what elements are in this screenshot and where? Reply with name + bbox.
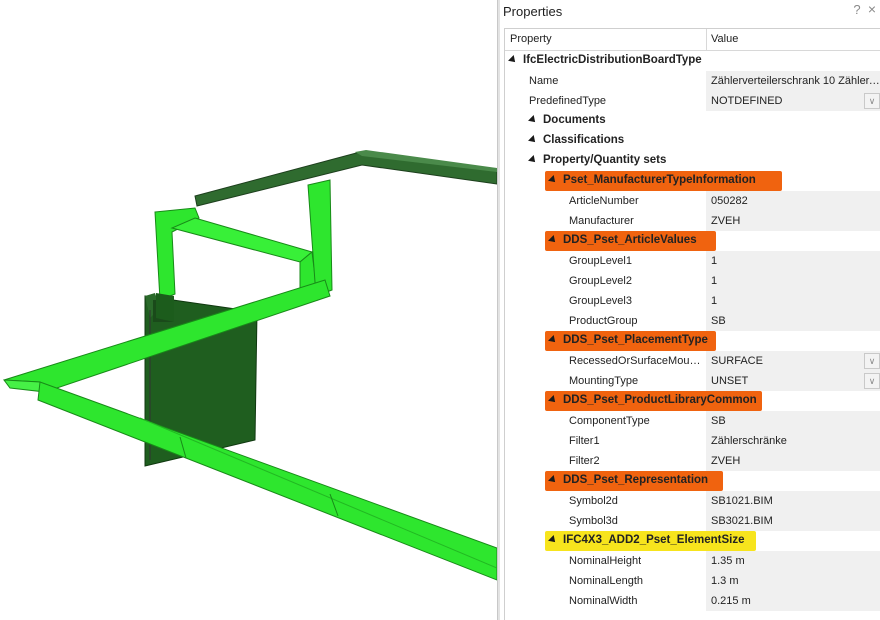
property-value[interactable]: SB xyxy=(706,411,880,431)
property-rows: IfcElectricDistributionBoardType Name Zähl… xyxy=(505,51,880,611)
group-row[interactable]: DDS_Pset_ProductLibraryCommon xyxy=(505,391,880,411)
property-row[interactable]: Name Zählerverteilerschrank 10 Zähler, ..… xyxy=(505,71,880,91)
group-row[interactable]: DDS_Pset_PlacementType xyxy=(505,331,880,351)
property-value[interactable]: SB xyxy=(706,311,880,331)
column-header-property[interactable]: Property xyxy=(510,33,552,45)
dropdown-chevron-icon[interactable]: ∨ xyxy=(864,93,880,109)
property-value[interactable]: NOTDEFINED xyxy=(706,91,880,111)
property-row[interactable]: NominalLength 1.3 m xyxy=(505,571,880,591)
property-row[interactable]: PredefinedType NOTDEFINED ∨ xyxy=(505,91,880,111)
property-row[interactable]: Filter1 Zählerschränke xyxy=(505,431,880,451)
group-row[interactable]: DDS_Pset_Representation xyxy=(505,471,880,491)
property-grid: Property Value IfcElectricDistributionBo… xyxy=(504,28,880,620)
group-label: Pset_ManufacturerTypeInformation xyxy=(563,174,756,186)
grid-header: Property Value xyxy=(505,29,880,51)
group-label: Documents xyxy=(543,114,606,126)
property-value[interactable]: 1.3 m xyxy=(706,571,880,591)
property-row[interactable]: NominalHeight 1.35 m xyxy=(505,551,880,571)
close-icon[interactable]: × xyxy=(866,1,878,17)
panel-title: Properties xyxy=(503,4,563,19)
column-header-value[interactable]: Value xyxy=(711,33,738,45)
property-name: GroupLevel2 xyxy=(569,275,632,287)
property-name: PredefinedType xyxy=(529,95,607,107)
property-value[interactable]: Zählerverteilerschrank 10 Zähler, ... xyxy=(706,71,880,91)
property-row[interactable]: Filter2 ZVEH xyxy=(505,451,880,471)
group-row[interactable]: Documents xyxy=(505,111,880,131)
collapse-triangle-icon[interactable] xyxy=(528,155,538,165)
property-row[interactable]: GroupLevel3 1 xyxy=(505,291,880,311)
property-value[interactable]: 1 xyxy=(706,251,880,271)
property-row[interactable]: ProductGroup SB xyxy=(505,311,880,331)
property-value[interactable]: 050282 xyxy=(706,191,880,211)
back-rail xyxy=(194,151,497,207)
property-value[interactable]: ZVEH xyxy=(706,451,880,471)
property-row[interactable]: GroupLevel2 1 xyxy=(505,271,880,291)
property-name: Manufacturer xyxy=(569,215,634,227)
group-label: DDS_Pset_ArticleValues xyxy=(563,234,697,246)
3d-viewport[interactable] xyxy=(0,0,497,620)
properties-panel: Properties ? × Property Value IfcElectri… xyxy=(500,0,880,620)
property-name: RecessedOrSurfaceMount... xyxy=(569,355,703,367)
group-label: IfcElectricDistributionBoardType xyxy=(523,54,702,66)
property-name: Filter2 xyxy=(569,455,600,467)
group-row[interactable]: IFC4X3_ADD2_Pset_ElementSize xyxy=(505,531,880,551)
property-value[interactable]: 1 xyxy=(706,271,880,291)
group-label: Property/Quantity sets xyxy=(543,154,667,166)
property-value[interactable]: SB3021.BIM xyxy=(706,511,880,531)
property-row[interactable]: ArticleNumber 050282 xyxy=(505,191,880,211)
dropdown-chevron-icon[interactable]: ∨ xyxy=(864,353,880,369)
group-row[interactable]: Pset_ManufacturerTypeInformation xyxy=(505,171,880,191)
property-name: GroupLevel3 xyxy=(569,295,632,307)
property-row[interactable]: RecessedOrSurfaceMount... SURFACE ∨ xyxy=(505,351,880,371)
collapse-triangle-icon[interactable] xyxy=(528,135,538,145)
help-icon[interactable]: ? xyxy=(851,2,863,17)
group-row[interactable]: DDS_Pset_ArticleValues xyxy=(505,231,880,251)
property-value[interactable]: ZVEH xyxy=(706,211,880,231)
property-value[interactable]: Zählerschränke xyxy=(706,431,880,451)
property-name: NominalHeight xyxy=(569,555,642,567)
property-name: ComponentType xyxy=(569,415,650,427)
property-row[interactable]: GroupLevel1 1 xyxy=(505,251,880,271)
collapse-triangle-icon[interactable] xyxy=(528,115,538,125)
property-name: ProductGroup xyxy=(569,315,638,327)
property-row[interactable]: Symbol3d SB3021.BIM xyxy=(505,511,880,531)
group-row[interactable]: IfcElectricDistributionBoardType xyxy=(505,51,880,71)
property-name: GroupLevel1 xyxy=(569,255,632,267)
property-row[interactable]: Manufacturer ZVEH xyxy=(505,211,880,231)
collapse-triangle-icon[interactable] xyxy=(508,55,518,65)
group-label: DDS_Pset_PlacementType xyxy=(563,334,708,346)
group-label: DDS_Pset_Representation xyxy=(563,474,709,486)
property-row[interactable]: ComponentType SB xyxy=(505,411,880,431)
group-row[interactable]: Property/Quantity sets xyxy=(505,151,880,171)
property-row[interactable]: NominalWidth 0.215 m xyxy=(505,591,880,611)
property-value[interactable]: 0.215 m xyxy=(706,591,880,611)
property-value[interactable]: SB1021.BIM xyxy=(706,491,880,511)
property-name: Filter1 xyxy=(569,435,600,447)
group-label: IFC4X3_ADD2_Pset_ElementSize xyxy=(563,534,745,546)
property-value[interactable]: SURFACE xyxy=(706,351,880,371)
group-label: DDS_Pset_ProductLibraryCommon xyxy=(563,394,757,406)
property-name: Symbol2d xyxy=(569,495,618,507)
property-name: NominalLength xyxy=(569,575,643,587)
property-value[interactable]: 1 xyxy=(706,291,880,311)
property-name: MountingType xyxy=(569,375,639,387)
property-value[interactable]: 1.35 m xyxy=(706,551,880,571)
app-window: Properties ? × Property Value IfcElectri… xyxy=(0,0,880,620)
property-value[interactable]: UNSET xyxy=(706,371,880,391)
property-name: Name xyxy=(529,75,559,87)
dropdown-chevron-icon[interactable]: ∨ xyxy=(864,373,880,389)
property-row[interactable]: Symbol2d SB1021.BIM xyxy=(505,491,880,511)
group-row[interactable]: Classifications xyxy=(505,131,880,151)
property-name: ArticleNumber xyxy=(569,195,639,207)
3d-model-scene[interactable] xyxy=(0,0,497,620)
column-divider[interactable] xyxy=(706,29,707,51)
property-name: NominalWidth xyxy=(569,595,638,607)
property-row[interactable]: MountingType UNSET ∨ xyxy=(505,371,880,391)
property-name: Symbol3d xyxy=(569,515,618,527)
group-label: Classifications xyxy=(543,134,625,146)
